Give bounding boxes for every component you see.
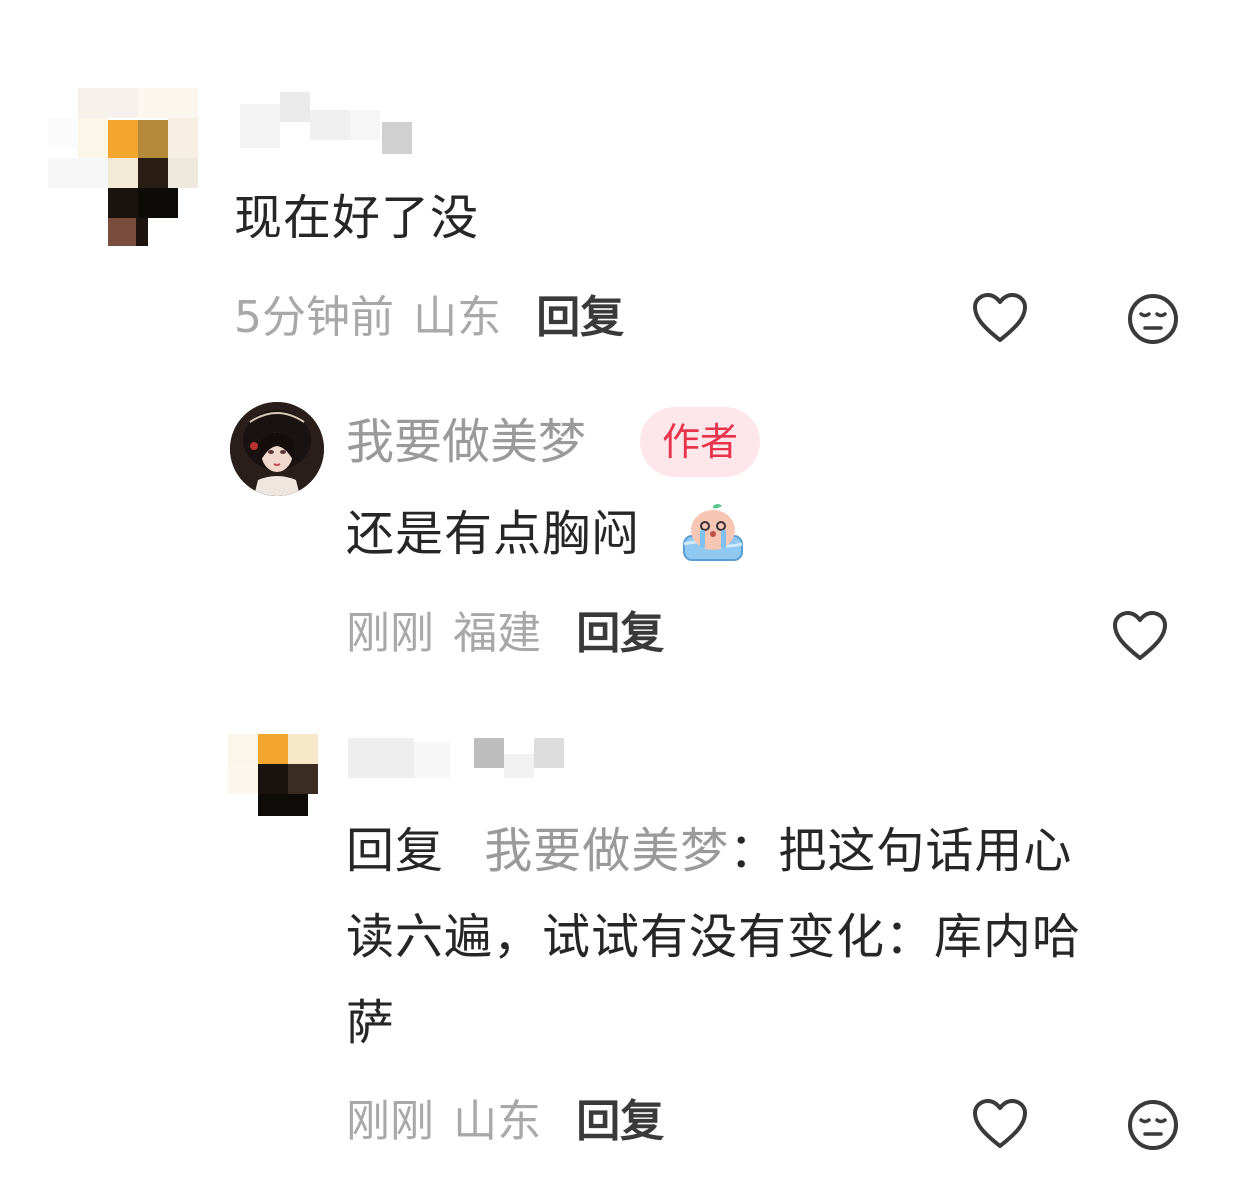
- reply-content-text: 还是有点胸闷: [346, 506, 641, 562]
- reply-button[interactable]: 回复: [576, 1096, 664, 1147]
- comment-location: 山东: [413, 292, 502, 343]
- reply-content-text: 把这句话用心: [778, 823, 1073, 879]
- comment-meta: 5分钟前 山东 回复: [234, 290, 624, 346]
- reply-content: 回复 我要做美梦：把这句话用心 读六遍，试试有没有变化：库内哈 萨: [346, 808, 1206, 1066]
- like-button[interactable]: [1112, 610, 1168, 662]
- reply-button[interactable]: 回复: [536, 292, 624, 343]
- reply-to-label: 回复: [346, 823, 445, 879]
- reply-button[interactable]: 回复: [576, 608, 664, 659]
- avatar[interactable]: [230, 402, 324, 496]
- dislike-button[interactable]: [1126, 292, 1180, 346]
- comment-content: 现在好了没: [234, 190, 480, 246]
- reply-content-line: 读六遍，试试有没有变化：库内哈: [346, 909, 1082, 965]
- reply-content-line: 萨: [346, 995, 396, 1051]
- avatar[interactable]: [228, 734, 324, 818]
- mention-separator: ：: [729, 823, 779, 879]
- reply-username[interactable]: 我要做美梦: [346, 412, 586, 472]
- author-badge: 作者: [640, 407, 761, 477]
- heart-outline-icon: [973, 293, 1027, 342]
- heart-outline-icon: [973, 1099, 1027, 1148]
- mention-username[interactable]: 我要做美梦: [484, 823, 729, 879]
- like-button[interactable]: [972, 292, 1028, 344]
- heart-outline-icon: [1113, 611, 1167, 660]
- reply-content-line: 回复 我要做美梦：把这句话用心: [346, 808, 1206, 894]
- username-censored[interactable]: [240, 92, 420, 156]
- reply-time: 刚刚: [346, 608, 434, 659]
- crying-emoji-icon: [680, 500, 746, 566]
- meh-face-icon: [1128, 294, 1178, 344]
- like-button[interactable]: [972, 1098, 1028, 1150]
- avatar[interactable]: [48, 88, 208, 248]
- reply-location: 山东: [453, 1096, 542, 1147]
- author-avatar-image: [230, 402, 324, 496]
- dislike-button[interactable]: [1126, 1098, 1180, 1152]
- meh-face-icon: [1128, 1100, 1178, 1150]
- reply-meta: 刚刚 福建 回复: [346, 606, 664, 662]
- username-censored[interactable]: [348, 734, 578, 784]
- reply-meta: 刚刚 山东 回复: [346, 1094, 664, 1150]
- reply-content: 还是有点胸闷: [346, 504, 640, 564]
- reply-location: 福建: [453, 608, 542, 659]
- reply-time: 刚刚: [346, 1096, 434, 1147]
- comment-time: 5分钟前: [234, 292, 394, 343]
